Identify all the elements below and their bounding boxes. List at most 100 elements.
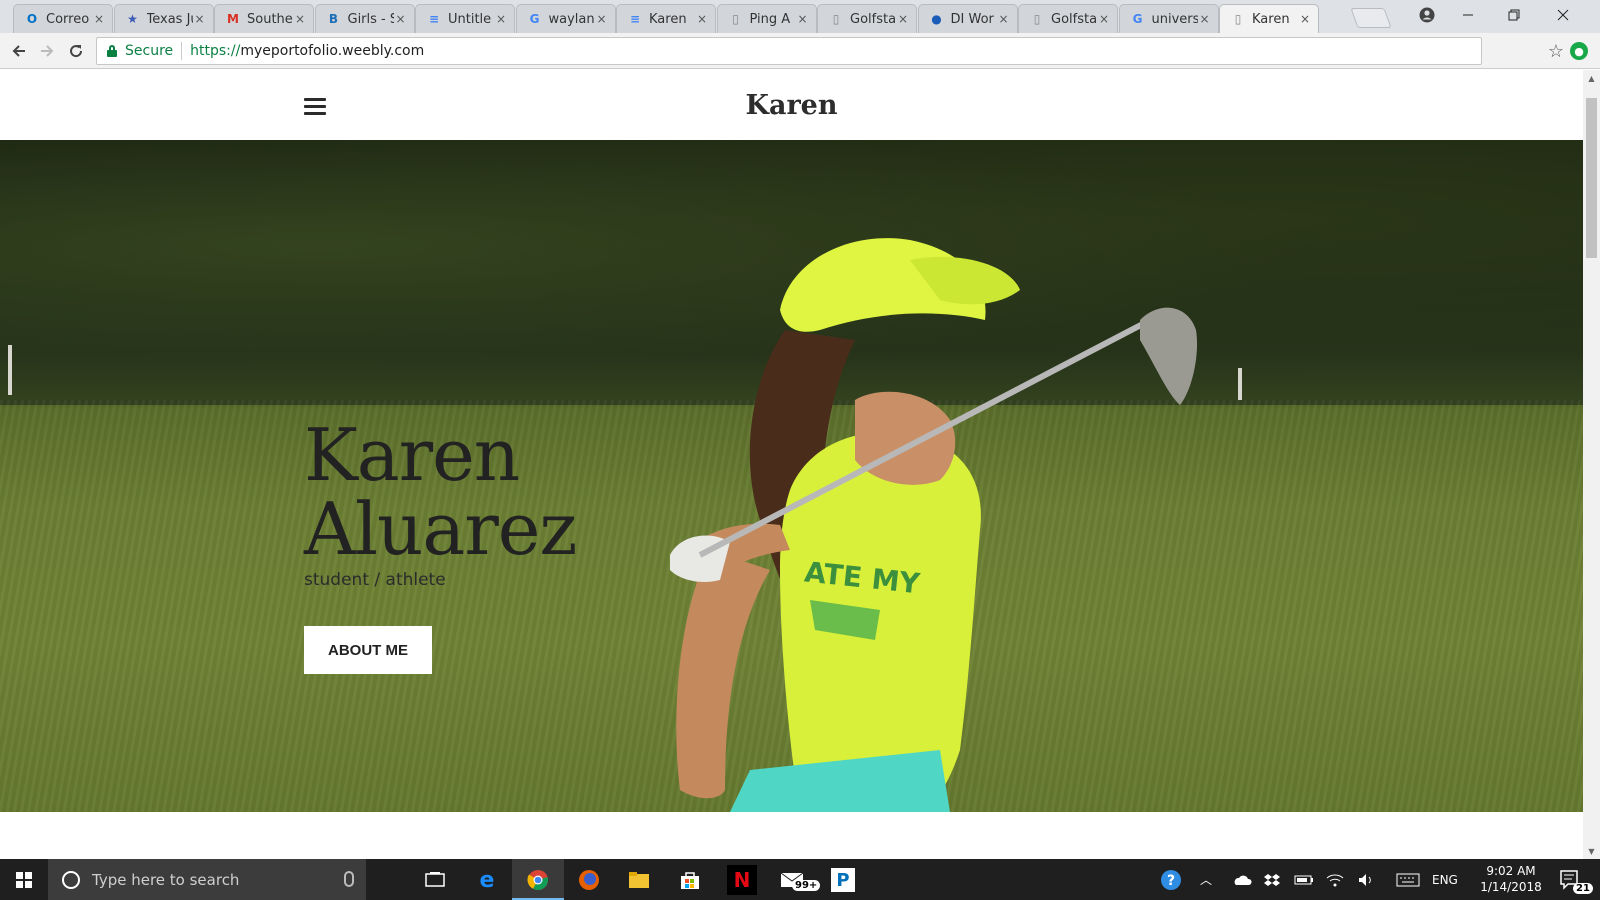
new-tab-button[interactable] bbox=[1350, 8, 1392, 28]
system-clock[interactable]: 9:02 AM 1/14/2018 bbox=[1468, 863, 1554, 895]
tab-close-icon[interactable]: × bbox=[1097, 12, 1111, 26]
divider bbox=[181, 42, 183, 60]
start-button[interactable] bbox=[0, 859, 48, 900]
microphone-icon[interactable] bbox=[344, 871, 354, 887]
tab-close-icon[interactable]: × bbox=[494, 12, 508, 26]
about-me-button[interactable]: ABOUT ME bbox=[304, 626, 432, 674]
tab-title: Karen bbox=[1252, 11, 1290, 27]
hero-banner: ATE MY Karen Aluarez student / athlete A… bbox=[0, 140, 1583, 812]
page-icon: ▯ bbox=[832, 12, 840, 26]
url-scheme: https:// bbox=[190, 43, 241, 59]
edge-icon[interactable]: e bbox=[472, 865, 502, 895]
tab-close-icon[interactable]: × bbox=[695, 12, 709, 26]
browser-tab[interactable]: ★ Texas Ju× bbox=[113, 4, 214, 33]
tab-title: Karen bbox=[649, 11, 687, 27]
netflix-icon[interactable]: N bbox=[727, 865, 757, 895]
tab-title: waylan bbox=[548, 11, 595, 27]
tab-close-icon[interactable]: × bbox=[293, 12, 307, 26]
scroll-down-arrow-icon[interactable]: ▼ bbox=[1583, 843, 1600, 859]
browser-tab[interactable]: ● DI Wor × bbox=[917, 4, 1018, 33]
restore-icon[interactable] bbox=[1491, 0, 1537, 30]
mail-badge: 99+ bbox=[792, 880, 821, 891]
browser-tab[interactable]: ▯ Golfsta × bbox=[817, 4, 917, 33]
task-view-icon[interactable] bbox=[420, 865, 450, 895]
hero-subtitle: student / athlete bbox=[304, 570, 446, 590]
tab-title: Golfsta bbox=[1051, 11, 1097, 27]
minimize-icon[interactable] bbox=[1445, 0, 1491, 30]
profile-icon[interactable] bbox=[1404, 0, 1450, 30]
site-header: Karen bbox=[0, 70, 1583, 140]
browser-tab[interactable]: B Girls - S × bbox=[314, 4, 415, 33]
svg-text:?: ? bbox=[1167, 873, 1175, 889]
browser-tab[interactable]: ▯ Ping A × bbox=[716, 4, 817, 33]
tab-title: Golfsta bbox=[850, 11, 896, 27]
page-icon: ▯ bbox=[1033, 12, 1041, 26]
google-icon: G bbox=[1132, 12, 1143, 26]
site-title[interactable]: Karen bbox=[0, 90, 1583, 121]
cortana-icon bbox=[62, 870, 80, 889]
dropbox-icon[interactable] bbox=[1264, 859, 1280, 900]
back-arrow-icon[interactable] bbox=[6, 39, 32, 63]
tab-title: Texas Ju bbox=[146, 11, 193, 27]
docs-icon: ≡ bbox=[428, 12, 440, 26]
language-indicator[interactable]: ENG bbox=[1432, 859, 1458, 900]
browser-tab[interactable]: ▯ Karen × bbox=[1219, 4, 1319, 33]
browser-tab[interactable]: O Correo × bbox=[13, 4, 113, 33]
browser-tab[interactable]: Gunivers × bbox=[1118, 4, 1219, 33]
page-icon: ▯ bbox=[732, 12, 739, 26]
browser-tab[interactable]: ≡ Karen × bbox=[616, 4, 716, 33]
close-window-icon[interactable] bbox=[1540, 0, 1586, 30]
extension-icon[interactable]: ● bbox=[1570, 42, 1588, 60]
forward-arrow-icon[interactable] bbox=[34, 39, 60, 63]
wifi-icon[interactable] bbox=[1326, 859, 1344, 900]
field-post bbox=[8, 345, 12, 395]
url-host: myeportofolio.weebly.com bbox=[240, 43, 425, 59]
browser-tab[interactable]: ≡ Untitle × bbox=[415, 4, 515, 33]
tab-close-icon[interactable]: × bbox=[394, 12, 408, 26]
tab-close-icon[interactable]: × bbox=[896, 12, 910, 26]
tab-title: Girls - S bbox=[347, 11, 394, 27]
file-explorer-icon[interactable] bbox=[624, 865, 654, 895]
tab-close-icon[interactable]: × bbox=[1298, 12, 1312, 26]
tab-close-icon[interactable]: × bbox=[796, 12, 810, 26]
reload-icon[interactable] bbox=[63, 39, 89, 63]
hero-name: Karen Aluarez bbox=[304, 418, 664, 566]
scroll-up-arrow-icon[interactable]: ▲ bbox=[1583, 70, 1600, 86]
ncaa-icon: ● bbox=[931, 12, 942, 26]
browser-tab[interactable]: Gwaylan × bbox=[515, 4, 616, 33]
gmail-icon: M bbox=[227, 12, 239, 26]
tab-close-icon[interactable]: × bbox=[595, 12, 609, 26]
pandora-icon[interactable]: P bbox=[831, 868, 855, 892]
browser-tab[interactable]: ▯ Golfsta × bbox=[1018, 4, 1118, 33]
page-scrollbar[interactable]: ▲ ▼ bbox=[1583, 70, 1600, 859]
lock-icon bbox=[107, 45, 117, 57]
scroll-thumb[interactable] bbox=[1586, 98, 1597, 258]
chrome-icon[interactable] bbox=[523, 865, 553, 895]
onedrive-icon[interactable] bbox=[1232, 859, 1252, 900]
search-placeholder: Type here to search bbox=[92, 870, 240, 889]
bookmark-star-icon[interactable]: ☆ bbox=[1548, 41, 1564, 62]
firefox-icon[interactable] bbox=[574, 865, 604, 895]
chevron-up-icon[interactable]: ︿ bbox=[1200, 859, 1212, 900]
golfer-photo: ATE MY bbox=[670, 238, 1198, 812]
tab-close-icon[interactable]: × bbox=[193, 12, 207, 26]
tab-close-icon[interactable]: × bbox=[997, 12, 1011, 26]
clock-time: 9:02 AM bbox=[1486, 864, 1536, 878]
taskbar-search[interactable]: Type here to search bbox=[48, 859, 366, 900]
volume-icon[interactable] bbox=[1358, 859, 1376, 900]
address-bar[interactable]: Secure https://myeportofolio.weebly.com bbox=[96, 37, 1482, 65]
browser-tab[interactable]: M Southe × bbox=[214, 4, 314, 33]
tab-close-icon[interactable]: × bbox=[92, 12, 106, 26]
docs-icon: ≡ bbox=[629, 12, 641, 26]
texas-star-icon: ★ bbox=[127, 12, 138, 26]
battery-icon[interactable] bbox=[1294, 859, 1314, 900]
secure-label: Secure bbox=[125, 43, 174, 59]
store-icon[interactable] bbox=[675, 865, 705, 895]
notification-badge: 21 bbox=[1573, 883, 1593, 894]
tab-title: univers bbox=[1151, 11, 1198, 27]
tab-title: Southe bbox=[247, 11, 293, 27]
keyboard-icon[interactable] bbox=[1396, 859, 1420, 900]
page-viewport: Karen ATE MY Karen Aluarez student / ath… bbox=[0, 70, 1583, 859]
help-icon[interactable]: ? bbox=[1160, 859, 1182, 900]
tab-close-icon[interactable]: × bbox=[1198, 12, 1212, 26]
